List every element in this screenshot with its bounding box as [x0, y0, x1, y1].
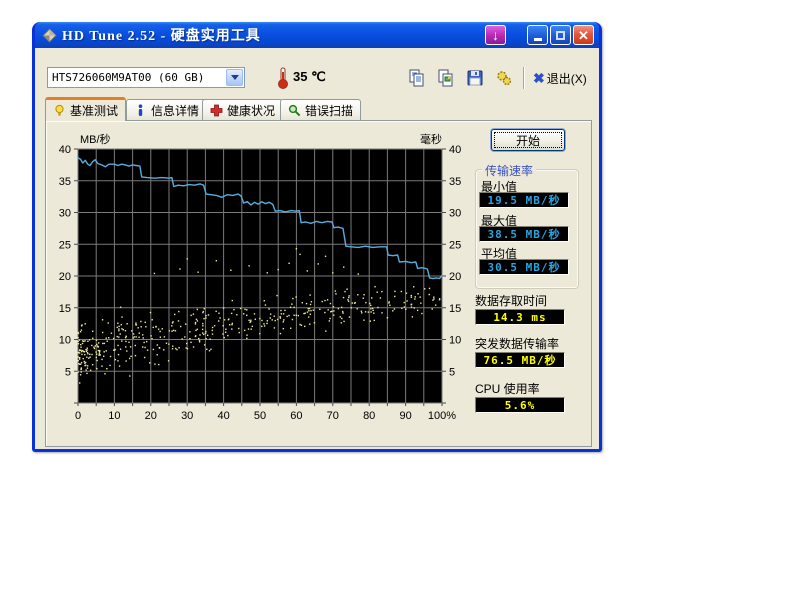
drive-select-value: HTS726060M9AT00 (60 GB)	[48, 71, 226, 84]
exit-button[interactable]: ✖ 退出(X)	[531, 67, 589, 89]
svg-text:20: 20	[145, 410, 157, 422]
download-arrow-icon: ↓	[492, 28, 499, 42]
tab-label: 信息详情	[151, 102, 199, 119]
svg-text:0: 0	[75, 410, 81, 422]
save-icon	[466, 69, 484, 87]
svg-text:10: 10	[449, 335, 461, 347]
svg-text:30: 30	[449, 208, 461, 220]
svg-text:30: 30	[59, 208, 71, 220]
close-icon: ✕	[578, 29, 589, 42]
burst-rate-value: 76.5 MB/秒	[484, 352, 557, 368]
options-button[interactable]	[492, 67, 516, 89]
copy-image-icon	[437, 69, 455, 87]
tab-info[interactable]: 信息详情	[126, 99, 207, 121]
drive-select[interactable]: HTS726060M9AT00 (60 GB)	[47, 67, 245, 88]
save-button[interactable]	[463, 67, 487, 89]
toolbar-separator	[523, 67, 525, 89]
exit-label: 退出(X)	[547, 70, 587, 87]
max-value: 38.5 MB/秒	[488, 226, 561, 242]
desktop: HD Tune 2.52 - 硬盘实用工具 ↓ ✕ HTS726060M9AT0…	[0, 0, 800, 600]
svg-text:5: 5	[65, 366, 71, 378]
svg-text:40: 40	[449, 144, 461, 156]
svg-text:毫秒: 毫秒	[420, 132, 442, 146]
svg-text:10: 10	[59, 335, 71, 347]
app-icon	[42, 28, 57, 43]
tab-error-scan[interactable]: 错误扫描	[280, 99, 361, 121]
svg-text:15: 15	[449, 303, 461, 315]
svg-text:60: 60	[290, 410, 302, 422]
cpu-usage-label: CPU 使用率	[475, 380, 540, 397]
benchmark-icon	[53, 104, 66, 117]
maximize-icon	[556, 31, 565, 40]
benchmark-tab-page: 4040353530302525202015151010550102030405…	[45, 120, 592, 447]
min-value: 19.5 MB/秒	[488, 192, 561, 208]
avg-value: 30.5 MB/秒	[488, 259, 561, 275]
exit-x-icon: ✖	[533, 70, 545, 87]
svg-text:30: 30	[181, 410, 193, 422]
svg-text:5: 5	[449, 366, 455, 378]
svg-text:20: 20	[59, 271, 71, 283]
svg-text:70: 70	[327, 410, 339, 422]
thermometer-icon	[277, 66, 289, 90]
chevron-down-icon	[231, 75, 239, 80]
options-icon	[495, 69, 513, 87]
error-scan-icon	[288, 104, 301, 117]
cpu-usage-value: 5.6%	[505, 399, 536, 412]
tab-bar: 基准测试 信息详情 健康状况	[35, 99, 599, 121]
access-time-value: 14.3 ms	[493, 311, 546, 324]
minimize-icon	[534, 38, 542, 41]
maximize-button[interactable]	[550, 25, 571, 45]
svg-text:50: 50	[254, 410, 266, 422]
copy-text-icon	[408, 69, 426, 87]
burst-rate-label: 突发数据传输率	[475, 335, 559, 352]
svg-text:25: 25	[449, 239, 461, 251]
access-time-display: 14.3 ms	[475, 309, 565, 325]
transfer-rate-group-title: 传输速率	[482, 162, 536, 179]
svg-text:40: 40	[59, 144, 71, 156]
temperature-value: 35 ℃	[293, 69, 326, 85]
svg-text:35: 35	[59, 176, 71, 188]
info-icon	[134, 104, 147, 117]
burst-rate-display: 76.5 MB/秒	[475, 352, 565, 368]
svg-text:15: 15	[59, 303, 71, 315]
start-button-label: 开始	[516, 132, 540, 149]
copy-image-button[interactable]	[434, 67, 458, 89]
client-area: HTS726060M9AT00 (60 GB) 35 ℃	[35, 48, 599, 449]
svg-text:MB/秒: MB/秒	[80, 132, 111, 146]
svg-text:100%: 100%	[428, 410, 456, 422]
svg-text:10: 10	[108, 410, 120, 422]
min-value-display: 19.5 MB/秒	[479, 192, 569, 208]
tab-label: 基准测试	[70, 102, 118, 119]
minimize-button[interactable]	[527, 25, 548, 45]
svg-text:20: 20	[449, 271, 461, 283]
avg-value-display: 30.5 MB/秒	[479, 259, 569, 275]
download-button[interactable]: ↓	[485, 25, 506, 45]
cpu-usage-display: 5.6%	[475, 397, 565, 413]
tab-health[interactable]: 健康状况	[202, 99, 283, 121]
start-button[interactable]: 开始	[491, 129, 565, 151]
hdtune-window: HD Tune 2.52 - 硬盘实用工具 ↓ ✕ HTS726060M9AT0…	[32, 22, 602, 452]
svg-text:40: 40	[217, 410, 229, 422]
window-title: HD Tune 2.52 - 硬盘实用工具	[62, 25, 261, 45]
health-icon	[210, 104, 223, 117]
svg-text:35: 35	[449, 176, 461, 188]
tab-benchmark[interactable]: 基准测试	[45, 97, 126, 121]
svg-text:25: 25	[59, 239, 71, 251]
close-button[interactable]: ✕	[573, 25, 594, 45]
access-time-label: 数据存取时间	[475, 292, 547, 309]
drive-select-arrow-button[interactable]	[226, 69, 243, 86]
tab-label: 健康状况	[227, 102, 275, 119]
max-value-display: 38.5 MB/秒	[479, 226, 569, 242]
svg-text:80: 80	[363, 410, 375, 422]
titlebar[interactable]: HD Tune 2.52 - 硬盘实用工具 ↓ ✕	[35, 22, 599, 48]
copy-text-button[interactable]	[405, 67, 429, 89]
tab-label: 错误扫描	[305, 102, 353, 119]
svg-text:90: 90	[399, 410, 411, 422]
